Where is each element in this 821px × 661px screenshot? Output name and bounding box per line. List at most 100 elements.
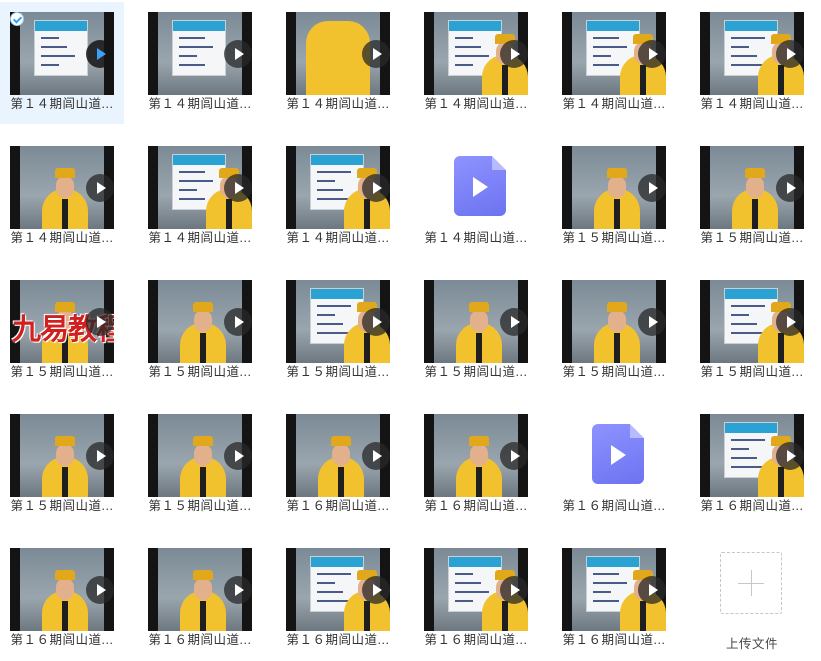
play-icon[interactable] [86,173,114,202]
file-name[interactable]: 第１４期闾山道... [142,230,258,246]
file-tile[interactable]: 九易教程 第１５期闾山道... [0,270,124,392]
file-name[interactable]: 第１４期闾山道... [280,230,396,246]
play-icon[interactable] [224,39,252,68]
file-tile[interactable]: 第１４期闾山道... [690,2,814,124]
play-icon[interactable] [638,39,666,68]
play-icon[interactable] [86,39,114,68]
video-thumbnail[interactable] [286,12,390,95]
play-icon[interactable] [86,575,114,604]
file-name[interactable]: 第１６期闾山道... [280,498,396,514]
video-thumbnail[interactable] [148,414,252,497]
file-tile[interactable]: 第１４期闾山道... [414,2,538,124]
video-thumbnail[interactable] [562,12,666,95]
play-icon[interactable] [776,441,804,470]
file-tile[interactable]: 第１５期闾山道... [276,270,400,392]
file-name[interactable]: 第１５期闾山道... [556,364,672,380]
file-tile[interactable]: 第１４期闾山道... [276,136,400,258]
file-name[interactable]: 第１５期闾山道... [142,364,258,380]
video-thumbnail[interactable] [424,280,528,363]
file-tile[interactable]: 第１４期闾山道... [138,2,262,124]
file-name[interactable]: 第１５期闾山道... [280,364,396,380]
play-icon[interactable] [500,441,528,470]
video-thumbnail[interactable]: 九易教程 [10,280,114,363]
file-tile[interactable]: 第１６期闾山道... [552,404,676,526]
file-name[interactable]: 第１４期闾山道... [694,96,810,112]
play-icon[interactable] [638,307,666,336]
video-thumbnail[interactable] [700,12,804,95]
file-name[interactable]: 第１６期闾山道... [418,498,534,514]
video-thumbnail[interactable] [10,548,114,631]
file-tile[interactable]: 第１５期闾山道... [690,270,814,392]
file-name[interactable]: 第１６期闾山道... [4,632,120,648]
file-name[interactable]: 第１５期闾山道... [142,498,258,514]
file-tile[interactable]: 第１６期闾山道... [552,538,676,660]
video-thumbnail[interactable] [700,414,804,497]
file-name[interactable]: 第１５期闾山道... [418,364,534,380]
play-icon[interactable] [500,39,528,68]
file-name[interactable]: 第１４期闾山道... [418,96,534,112]
play-icon[interactable] [224,441,252,470]
file-tile[interactable]: 第１５期闾山道... [552,136,676,258]
file-tile[interactable]: 第１５期闾山道... [138,270,262,392]
play-icon[interactable] [500,307,528,336]
video-thumbnail[interactable] [10,414,114,497]
video-thumbnail[interactable] [148,12,252,95]
file-name[interactable]: 第１６期闾山道... [280,632,396,648]
play-icon[interactable] [776,173,804,202]
file-name[interactable]: 第１５期闾山道... [4,498,120,514]
file-name[interactable]: 第１４期闾山道... [4,230,120,246]
video-thumbnail[interactable] [424,12,528,95]
video-thumbnail[interactable] [148,548,252,631]
play-icon[interactable] [500,575,528,604]
video-thumbnail[interactable] [700,146,804,229]
play-icon[interactable] [224,173,252,202]
video-file-icon[interactable] [454,156,506,216]
file-name[interactable]: 第１４期闾山道... [142,96,258,112]
file-tile[interactable]: 第１４期闾山道... [0,136,124,258]
file-tile[interactable]: 第１６期闾山道... [414,538,538,660]
file-name[interactable]: 第１４期闾山道... [4,96,120,112]
play-icon[interactable] [86,307,114,336]
file-name[interactable]: 第１５期闾山道... [4,364,120,380]
play-icon[interactable] [362,39,390,68]
file-name[interactable]: 第１５期闾山道... [694,364,810,380]
play-icon[interactable] [362,173,390,202]
file-name[interactable]: 第１６期闾山道... [418,632,534,648]
video-thumbnail[interactable] [148,280,252,363]
video-thumbnail[interactable] [286,280,390,363]
play-icon[interactable] [362,575,390,604]
file-tile[interactable]: 第１６期闾山道... [276,538,400,660]
video-thumbnail[interactable] [562,548,666,631]
video-file-icon[interactable] [592,424,644,484]
file-name[interactable]: 第１６期闾山道... [556,632,672,648]
file-tile[interactable]: 第１４期闾山道... [552,2,676,124]
file-tile[interactable]: 第１６期闾山道... [414,404,538,526]
file-name[interactable]: 第１６期闾山道... [694,498,810,514]
upload-button[interactable] [720,552,782,614]
file-tile[interactable]: 第１５期闾山道... [0,404,124,526]
play-icon[interactable] [362,307,390,336]
file-tile[interactable]: 第１６期闾山道... [0,538,124,660]
upload-label[interactable]: 上传文件 [694,636,810,652]
video-thumbnail[interactable] [286,414,390,497]
video-thumbnail[interactable] [424,548,528,631]
file-name[interactable]: 第１５期闾山道... [694,230,810,246]
play-icon[interactable] [362,441,390,470]
file-name[interactable]: 第１６期闾山道... [142,632,258,648]
checkbox-checked-icon[interactable] [10,12,24,26]
play-icon[interactable] [776,39,804,68]
play-icon[interactable] [638,575,666,604]
file-tile[interactable]: 第１４期闾山道... [138,136,262,258]
file-tile[interactable]: 第１６期闾山道... [138,538,262,660]
video-thumbnail[interactable] [562,280,666,363]
video-thumbnail[interactable] [286,146,390,229]
file-tile[interactable]: 第１５期闾山道... [414,270,538,392]
file-tile[interactable]: 第１４期闾山道... [414,136,538,258]
play-icon[interactable] [638,173,666,202]
file-name[interactable]: 第１４期闾山道... [418,230,534,246]
file-name[interactable]: 第１５期闾山道... [556,230,672,246]
video-thumbnail[interactable] [10,146,114,229]
file-tile[interactable]: 第１４期闾山道... [0,2,124,124]
file-tile[interactable]: 第１５期闾山道... [552,270,676,392]
video-thumbnail[interactable] [286,548,390,631]
